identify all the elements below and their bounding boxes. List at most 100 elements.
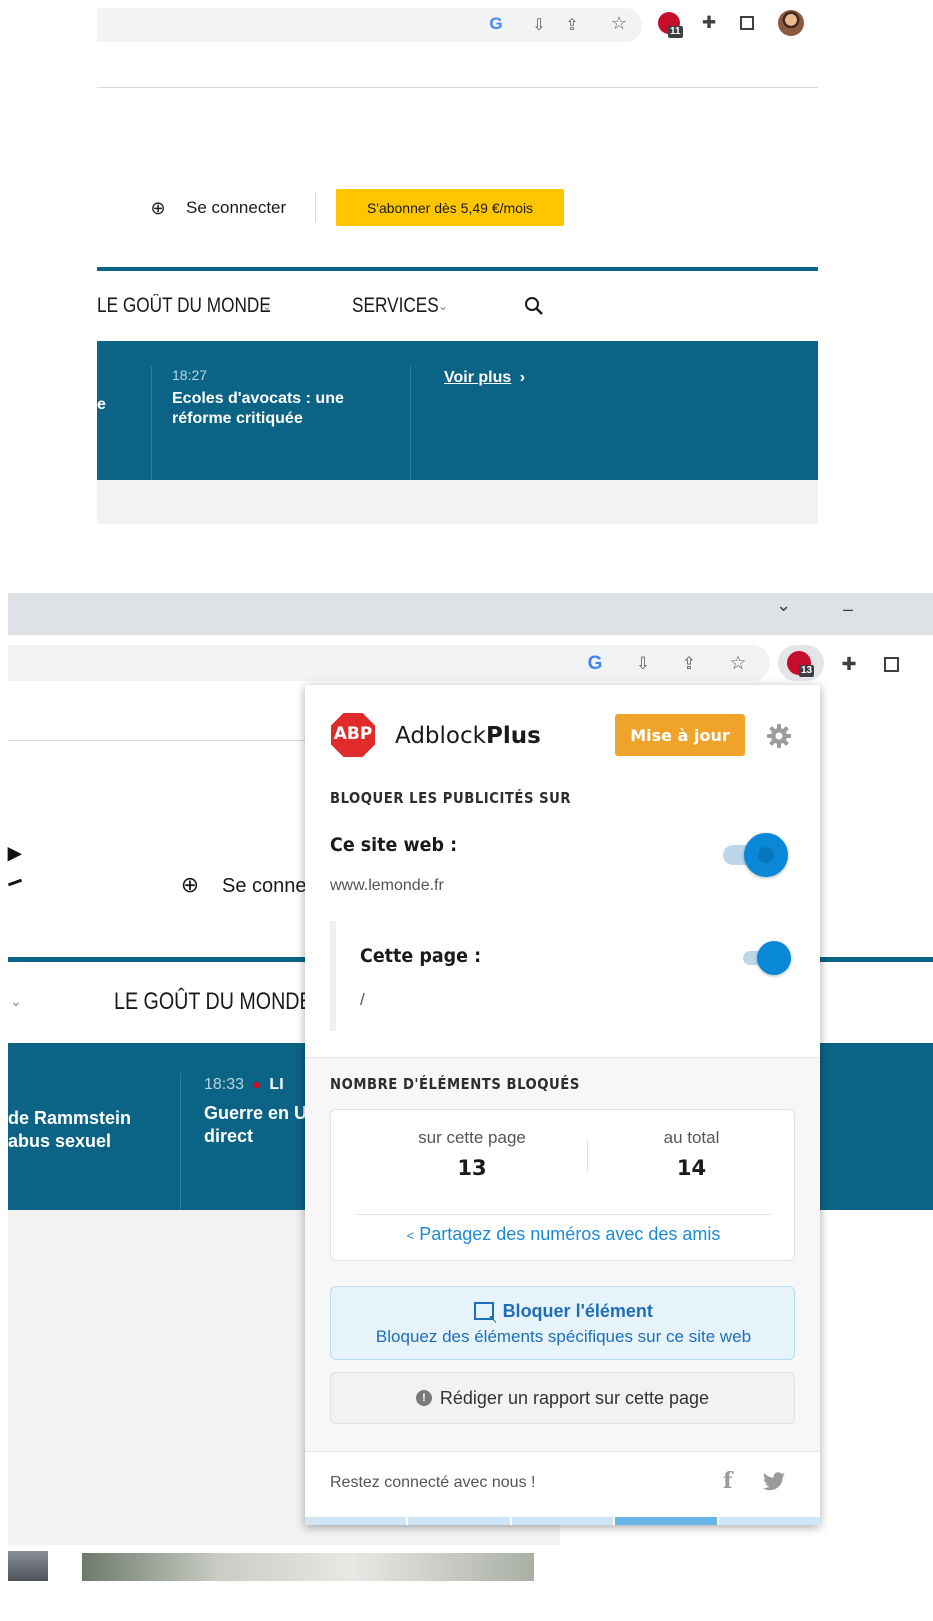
news-title-line: abus sexuel (8, 1131, 112, 1151)
puzzle-icon[interactable]: ✚ (698, 12, 720, 34)
see-more-label: Voir plus (444, 369, 512, 386)
nav-item-gout-du-monde[interactable]: LE GOÛT DU MONDE (97, 294, 309, 320)
subscribe-label: S'abonner dès 5,49 €/mois (366, 199, 534, 216)
header-divider (8, 740, 308, 741)
brand-regular: Adblock (395, 723, 486, 749)
news-item[interactable]: de Rammstein abus sexuel (8, 1107, 131, 1153)
thumbnail-image (8, 1551, 48, 1581)
share-label: Partagez des numéros avec des amis (419, 1224, 721, 1244)
google-letter: G (587, 653, 603, 674)
ticker-divider (151, 366, 152, 480)
nav-top-border (97, 267, 818, 271)
count-section-title: NOMBRE D'ÉLÉMENTS BLOQUÉS (330, 1075, 580, 1093)
news-title-line: Ecoles d'avocats : une (172, 390, 344, 407)
login-link[interactable]: Se conne (222, 875, 307, 898)
site-label: Ce site web : (330, 834, 458, 856)
tab-indicator[interactable] (408, 1517, 510, 1525)
bottom-tabs (305, 1517, 820, 1525)
see-more-link[interactable]: Voir plus › (444, 369, 525, 387)
tab-indicator[interactable] (718, 1517, 820, 1525)
site-domain: www.lemonde.fr (330, 877, 444, 894)
chevron-down-icon: ⌄ (10, 993, 22, 1009)
tab-indicator[interactable] (511, 1517, 614, 1525)
news-time: 18:27 (172, 367, 208, 383)
puzzle-icon[interactable]: ✚ (838, 653, 860, 675)
subscribe-button[interactable]: S'abonner dès 5,49 €/mois (336, 189, 564, 226)
search-icon[interactable] (524, 296, 544, 316)
news-title-line: de Rammstein (8, 1108, 132, 1128)
abp-logo-text: ABP (333, 724, 373, 744)
tab-indicator[interactable] (305, 1517, 407, 1525)
brand-bold: Plus (485, 723, 541, 749)
news-time: 18:33 (204, 1076, 245, 1093)
twitter-icon[interactable] (762, 1472, 786, 1492)
footer-text: Restez connecté avec nous ! (330, 1474, 536, 1491)
page-path: / (360, 990, 365, 1009)
report-button[interactable]: ! Rédiger un rapport sur cette page (330, 1372, 795, 1424)
star-icon[interactable]: ☆ (608, 12, 630, 34)
sidepanel-icon[interactable] (880, 653, 902, 675)
adblock-popup: ABP AdblockPlus Mise à jour BLOQUER LES … (305, 685, 820, 1525)
login-icon[interactable]: ⊕ (146, 196, 170, 220)
page-block-card (330, 921, 336, 1031)
abp-icon[interactable]: 11 (658, 12, 684, 38)
nav-label: LE GOÛT DU MONDE (97, 294, 271, 317)
abp-icon[interactable]: 13 (778, 645, 824, 681)
grey-band (97, 480, 818, 524)
block-element-desc: Bloquez des éléments spécifiques sur ce … (375, 1327, 752, 1346)
logo-fragment (7, 878, 23, 887)
address-bar[interactable] (8, 645, 770, 681)
update-button[interactable]: Mise à jour (615, 714, 745, 756)
card-divider (356, 1214, 771, 1215)
tab-indicator[interactable] (615, 1517, 717, 1525)
info-icon: ! (415, 1390, 432, 1406)
google-icon[interactable]: G (486, 14, 506, 34)
header-separator (315, 192, 316, 222)
update-label: Mise à jour (630, 725, 730, 745)
tab-search-chevron-icon[interactable]: ⌄ (776, 595, 791, 616)
share-link[interactable]: < Partagez des numéros avec des amis (331, 1224, 796, 1245)
block-section-title: BLOQUER LES PUBLICITÉS SUR (330, 789, 572, 807)
block-element-title: Bloquer l'élément (502, 1301, 653, 1321)
abp-logo: ABP (330, 712, 376, 758)
total-label: au total (663, 1128, 720, 1147)
page-label: Cette page : (360, 945, 482, 967)
install-icon[interactable]: ⇩ (632, 653, 654, 675)
site-toggle[interactable] (723, 833, 793, 877)
nav-label: LE GOÛT DU MONDE (114, 988, 313, 1015)
chevron-right-icon: › (519, 369, 526, 386)
google-icon[interactable]: G (584, 653, 606, 675)
live-dot-icon: ● (252, 1076, 261, 1092)
news-ticker: e 18:27 Ecoles d'avocats : une réforme c… (97, 341, 818, 480)
login-icon[interactable]: ⊕ (176, 871, 204, 899)
news-item[interactable]: 18:33 ● LI Guerre en U direct (204, 1076, 307, 1148)
install-icon[interactable]: ⇩ (528, 13, 550, 35)
logo-fragment: ▸ (8, 837, 22, 867)
login-link[interactable]: Se connecter (186, 198, 286, 218)
news-title-line: direct (204, 1126, 254, 1146)
total-count: 14 (676, 1156, 707, 1180)
header-divider (97, 87, 818, 88)
nav-label: SERVICES (352, 294, 439, 317)
share-icon[interactable]: ⇪ (561, 13, 583, 35)
minimize-icon[interactable]: – (843, 599, 853, 620)
sidepanel-icon[interactable] (736, 12, 758, 34)
gear-icon[interactable] (766, 723, 792, 749)
ticker-divider (410, 366, 411, 480)
block-element-button[interactable]: ↖ Bloquer l'élément Bloquez des éléments… (330, 1286, 795, 1360)
page-toggle[interactable] (743, 941, 795, 975)
avatar[interactable] (778, 10, 804, 36)
abp-count-badge: 13 (799, 665, 815, 677)
share-icon: < (406, 1228, 415, 1243)
facebook-icon[interactable]: f (723, 1468, 732, 1494)
news-live-label: LI (269, 1076, 284, 1093)
browser-titlebar (8, 593, 933, 635)
popup-footer: Restez connecté avec nous ! f (305, 1451, 820, 1525)
news-cut-text: e (97, 396, 106, 413)
brand-name: AdblockPlus (395, 723, 541, 749)
share-icon[interactable]: ⇪ (678, 653, 700, 675)
chevron-down-icon: ⌄ (262, 299, 273, 313)
news-item[interactable]: 18:27 Ecoles d'avocats : une réforme cri… (172, 367, 392, 429)
news-title-line: réforme critiquée (172, 410, 303, 427)
star-icon[interactable]: ☆ (727, 652, 749, 674)
